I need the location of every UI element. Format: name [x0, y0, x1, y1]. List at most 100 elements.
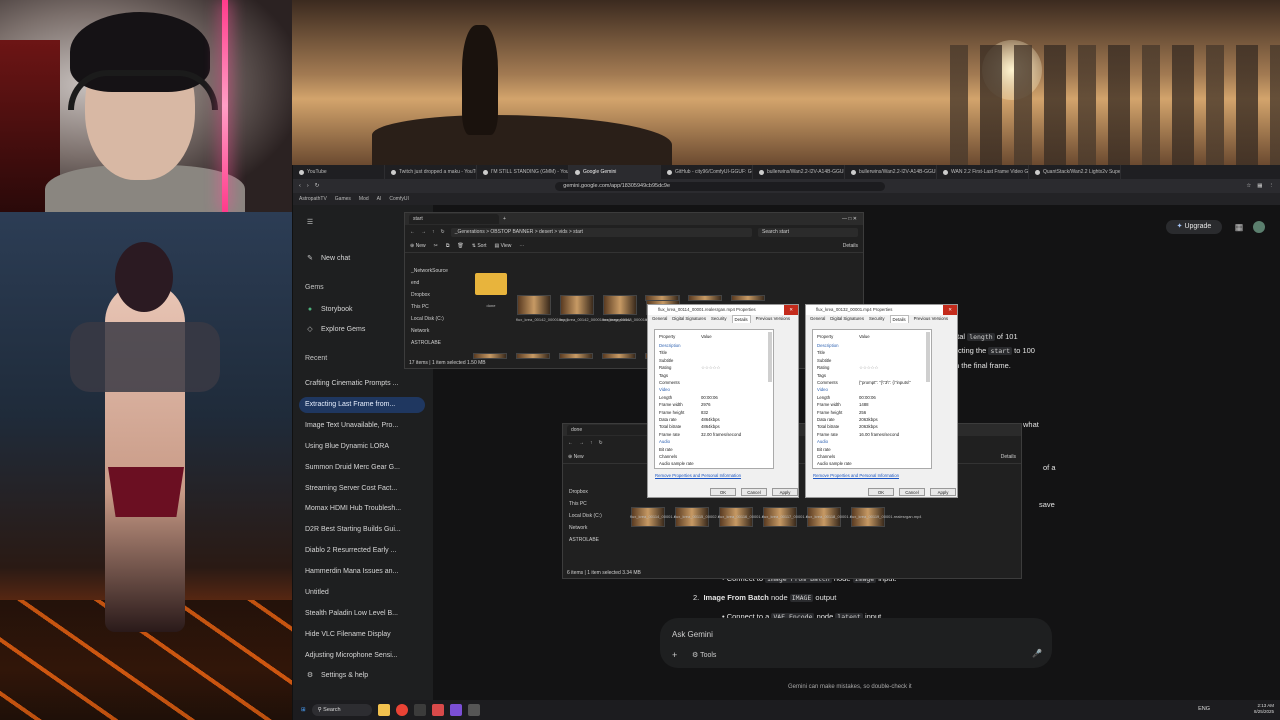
dialog-tab[interactable]: General [652, 315, 667, 323]
new-tab-icon[interactable]: + [503, 216, 506, 222]
recent-chat-item[interactable]: Streaming Server Cost Fact... [305, 481, 425, 497]
menu-icon[interactable]: ⋮ [1269, 183, 1275, 189]
video-thumbnail[interactable] [473, 353, 507, 359]
forward-arrow-icon[interactable]: → [579, 440, 584, 446]
nav-pane-item[interactable]: Dropbox [405, 289, 453, 301]
bookmark-item[interactable]: ComfyUI [389, 196, 408, 202]
apply-button[interactable]: Apply [772, 488, 798, 496]
nav-pane-item[interactable]: Local Disk (C:) [563, 510, 611, 522]
cancel-button[interactable]: Cancel [899, 488, 925, 496]
scrollbar[interactable] [768, 332, 772, 382]
recent-chat-item[interactable]: Stealth Paladin Low Level B... [305, 606, 425, 622]
recent-chat-item[interactable]: Image Text Unavailable, Pro... [305, 418, 425, 434]
nav-pane-item[interactable]: Dropbox [563, 486, 611, 498]
remove-properties-link[interactable]: Remove Properties and Personal Informati… [813, 473, 899, 478]
delete-icon[interactable]: 🗑 [457, 243, 463, 249]
scrollbar[interactable] [926, 332, 930, 382]
ok-button[interactable]: OK [710, 488, 736, 496]
twitch-app-icon[interactable] [449, 704, 462, 716]
browser-tab[interactable]: GitHub - city96/ComfyUI-GGUF: GGUF [661, 165, 753, 179]
chrome-app-icon[interactable] [395, 704, 408, 716]
bookmark-item[interactable]: Mod [359, 196, 369, 202]
bookmark-item[interactable]: AI [377, 196, 382, 202]
extensions-icon[interactable]: ▦ [1257, 183, 1262, 189]
video-thumbnail[interactable] [603, 295, 637, 315]
browser-tab[interactable]: bullerwins/Wan2.2-I2V-A14B-GGUF [753, 165, 845, 179]
details-button[interactable]: Details [1001, 454, 1016, 460]
more-icon[interactable]: ⋯ [519, 243, 524, 249]
video-thumbnail[interactable] [645, 295, 679, 301]
recent-chat-item[interactable]: Untitled [305, 585, 425, 601]
reload-icon[interactable]: ↻ [315, 183, 320, 189]
recent-chat-item[interactable]: Adjusting Microphone Sensi... [305, 648, 425, 664]
video-thumbnail[interactable] [602, 353, 636, 359]
video-thumbnail[interactable] [560, 295, 594, 315]
remove-properties-link[interactable]: Remove Properties and Personal Informati… [655, 473, 741, 478]
recent-chat-item[interactable]: Extracting Last Frame from... [299, 396, 425, 413]
browser-tab[interactable]: bullerwins/Wan2.2-I2V-A14B-GGUF [845, 165, 937, 179]
upgrade-button[interactable]: ✦ Upgrade [1166, 220, 1222, 234]
prompt-input[interactable]: Ask Gemini [672, 630, 713, 639]
browser-tab[interactable]: Google Gemini [569, 165, 661, 179]
nav-pane-item[interactable]: This PC [405, 301, 453, 313]
copy-icon[interactable]: ⧉ [446, 243, 450, 249]
details-button[interactable]: Details [843, 243, 858, 249]
add-icon[interactable]: + [672, 650, 677, 660]
up-arrow-icon[interactable]: ↑ [590, 440, 593, 446]
dialog-tab[interactable]: Details [731, 315, 751, 323]
recent-chat-item[interactable]: Using Blue Dynamic LORA [305, 439, 425, 455]
explorer-tab[interactable]: start [409, 214, 499, 224]
browser-tab[interactable]: WAN 2.2 First-Last Frame Video Gen [937, 165, 1029, 179]
video-thumbnail[interactable] [731, 295, 765, 301]
bookmark-item[interactable]: Games [335, 196, 351, 202]
dialog-tab[interactable]: Previous Versions [914, 315, 948, 323]
recent-chat-item[interactable]: Hide VLC Filename Display [305, 627, 425, 643]
back-arrow-icon[interactable]: ← [568, 440, 573, 446]
tools-button[interactable]: ⚙ Tools [692, 651, 716, 659]
nav-pane-item[interactable]: ASTROLABE [405, 337, 453, 349]
forward-icon[interactable]: › [307, 183, 309, 189]
nav-pane-item[interactable]: This PC [563, 498, 611, 510]
apps-icon[interactable]: ▦ [1233, 221, 1245, 233]
close-icon[interactable]: ✕ [784, 305, 798, 315]
bookmark-item[interactable]: AstropathTV [299, 196, 327, 202]
bookmark-star-icon[interactable]: ☆ [1246, 183, 1251, 189]
nav-pane-item[interactable]: end [405, 277, 453, 289]
browser-tab[interactable]: YouTube [293, 165, 385, 179]
nav-pane-item[interactable]: Network [405, 325, 453, 337]
microphone-icon[interactable]: 🎤 [1032, 649, 1042, 658]
forward-arrow-icon[interactable]: → [421, 229, 426, 235]
close-icon[interactable]: ✕ [943, 305, 957, 315]
browser-tab[interactable]: Twitch just dropped a maku - YouTube [385, 165, 477, 179]
nav-pane-item[interactable]: Network [563, 522, 611, 534]
capcut-app-icon[interactable] [467, 704, 480, 716]
dialog-tab[interactable]: Digital Signatures [672, 315, 706, 323]
dialog-tab[interactable]: Security [869, 315, 885, 323]
up-arrow-icon[interactable]: ↑ [432, 229, 435, 235]
dialog-tab[interactable]: Previous Versions [756, 315, 790, 323]
dialog-tab[interactable]: Security [711, 315, 727, 323]
nav-pane-item[interactable]: Local Disk (C:) [405, 313, 453, 325]
new-button[interactable]: ⊕ New [410, 243, 426, 249]
video-thumbnail[interactable] [516, 353, 550, 359]
file-explorer-app-icon[interactable] [377, 704, 390, 716]
back-arrow-icon[interactable]: ← [410, 229, 415, 235]
taskbar-clock[interactable]: 2:13 AM 8/25/2025 [1254, 703, 1274, 715]
cut-icon[interactable]: ✂ [434, 243, 438, 249]
view-button[interactable]: ▤ View [495, 243, 512, 249]
app-icon[interactable] [413, 704, 426, 716]
prompt-box[interactable]: Ask Gemini + ⚙ Tools 🎤 [660, 618, 1052, 668]
windows-start-icon[interactable]: ⊞ [301, 707, 306, 713]
recent-chat-item[interactable]: Summon Druid Merc Gear G... [305, 460, 425, 476]
apply-button[interactable]: Apply [930, 488, 956, 496]
settings-help-button[interactable]: ⚙ Settings & help [305, 668, 425, 684]
new-button[interactable]: ⊕ New [568, 454, 584, 460]
nav-pane-item[interactable]: ASTROLABE [563, 534, 611, 546]
nav-pane-item[interactable]: _NetworkSource [405, 265, 453, 277]
language-indicator[interactable]: ENG [1198, 706, 1210, 712]
dialog-tab[interactable]: Digital Signatures [830, 315, 864, 323]
explorer-search[interactable]: Search start [758, 227, 858, 237]
video-thumbnail[interactable] [559, 353, 593, 359]
obs-app-icon[interactable] [431, 704, 444, 716]
refresh-icon[interactable]: ↻ [599, 440, 603, 446]
